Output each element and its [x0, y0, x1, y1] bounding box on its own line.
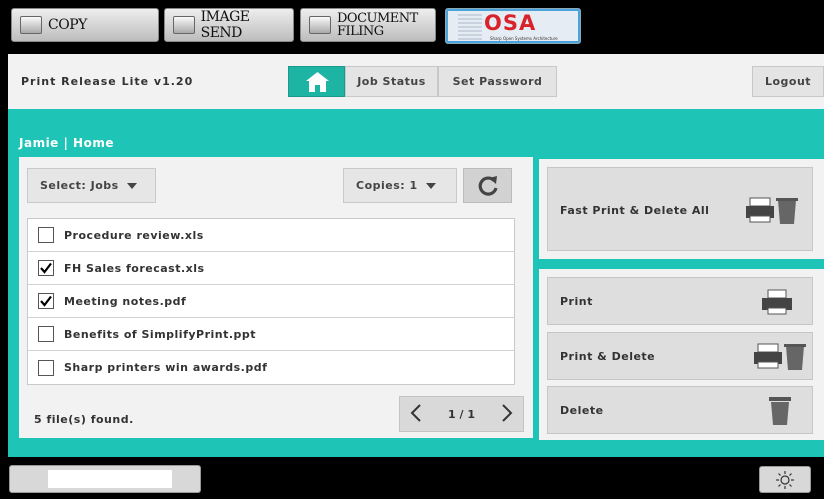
main-area: Jamie | Home Select: Jobs Copies: 1 Proc…: [8, 109, 824, 457]
brightness-icon: [776, 470, 794, 489]
file-name: FH Sales forecast.xls: [64, 261, 205, 275]
app-title: Print Release Lite v1.20: [21, 75, 194, 88]
home-button[interactable]: [288, 66, 345, 97]
checkbox[interactable]: [38, 227, 54, 243]
copies-label: Copies: 1: [356, 179, 418, 192]
osa-subtitle: Sharp Open Systems Architecture: [490, 36, 558, 41]
breadcrumb: Jamie | Home: [19, 136, 114, 150]
chevron-down-icon: [425, 182, 436, 189]
page-indicator: 1 / 1: [448, 407, 475, 421]
print-label: Print: [560, 295, 593, 308]
print-and-delete-label: Print & Delete: [560, 350, 656, 363]
print-and-delete-icon: [746, 197, 798, 224]
file-row[interactable]: Sharp printers win awards.pdf: [28, 351, 514, 384]
file-name: Meeting notes.pdf: [64, 294, 187, 308]
image-send-label: IMAGE SEND: [200, 9, 250, 41]
home-icon: [306, 72, 329, 92]
document-filing-mode-tab[interactable]: DOCUMENT FILING: [300, 8, 436, 42]
checkbox[interactable]: [38, 293, 54, 309]
select-jobs-dropdown[interactable]: Select: Jobs: [27, 168, 156, 203]
delete-label: Delete: [560, 404, 604, 417]
checkbox[interactable]: [38, 260, 54, 276]
brightness-button[interactable]: [759, 466, 811, 493]
document-filing-label: DOCUMENT FILING: [337, 12, 418, 38]
image-send-icon: [173, 16, 195, 34]
chevron-down-icon: [126, 182, 137, 189]
image-send-mode-tab[interactable]: IMAGE SEND: [164, 8, 294, 42]
job-status-button[interactable]: Job Status: [345, 66, 438, 97]
checkbox[interactable]: [38, 359, 54, 376]
printer-icon: [762, 289, 792, 315]
chevron-right-icon: [502, 403, 513, 422]
trash-icon: [769, 397, 791, 425]
file-row[interactable]: FH Sales forecast.xls: [28, 252, 514, 285]
file-list: Procedure review.xls FH Sales forecast.x…: [27, 218, 515, 385]
files-found-count: 5 file(s) found.: [34, 413, 134, 426]
status-display: [48, 470, 172, 488]
checkbox[interactable]: [38, 326, 54, 342]
fast-print-delete-all-label: Fast Print & Delete All: [560, 204, 710, 217]
chevron-left-icon: [410, 403, 421, 422]
file-row[interactable]: Procedure review.xls: [28, 219, 514, 252]
copy-mode-tab[interactable]: COPY: [11, 8, 159, 42]
copy-label: COPY: [48, 17, 87, 33]
print-and-delete-button[interactable]: Print & Delete: [547, 332, 813, 380]
refresh-icon: [478, 175, 498, 196]
osa-mode-tab[interactable]: OSA Sharp Open Systems Architecture: [445, 8, 581, 44]
file-name: Sharp printers win awards.pdf: [64, 361, 268, 374]
copies-dropdown[interactable]: Copies: 1: [343, 168, 457, 203]
copy-icon: [20, 16, 42, 34]
fast-print-panel: Fast Print & Delete All: [539, 159, 824, 259]
osa-logo: OSA: [484, 11, 537, 35]
file-name: Benefits of SimplifyPrint.ppt: [64, 327, 257, 341]
prev-page-button[interactable]: [410, 403, 422, 426]
delete-button[interactable]: Delete: [547, 386, 813, 434]
next-page-button[interactable]: [501, 403, 513, 426]
osa-logo-lines: [458, 14, 482, 40]
document-filing-label-line2: FILING: [337, 24, 384, 39]
print-button[interactable]: Print: [547, 277, 813, 325]
refresh-button[interactable]: [463, 168, 512, 203]
print-and-delete-icon: [754, 343, 806, 370]
file-name: Procedure review.xls: [64, 228, 204, 242]
logout-button[interactable]: Logout: [752, 66, 824, 97]
document-filing-icon: [309, 16, 331, 34]
job-status-bar-button[interactable]: [9, 465, 201, 493]
app-header: Print Release Lite v1.20 Job Status Set …: [8, 54, 824, 109]
file-row[interactable]: Meeting notes.pdf: [28, 285, 514, 318]
fast-print-delete-all-button[interactable]: Fast Print & Delete All: [547, 167, 813, 251]
set-password-button[interactable]: Set Password: [438, 66, 557, 97]
select-jobs-label: Select: Jobs: [40, 179, 119, 192]
file-row[interactable]: Benefits of SimplifyPrint.ppt: [28, 318, 514, 351]
pagination: 1 / 1: [399, 396, 524, 432]
job-list-panel: Select: Jobs Copies: 1 Procedure review.…: [19, 157, 533, 438]
actions-panel: Print Print & Delete Delete: [539, 269, 824, 440]
